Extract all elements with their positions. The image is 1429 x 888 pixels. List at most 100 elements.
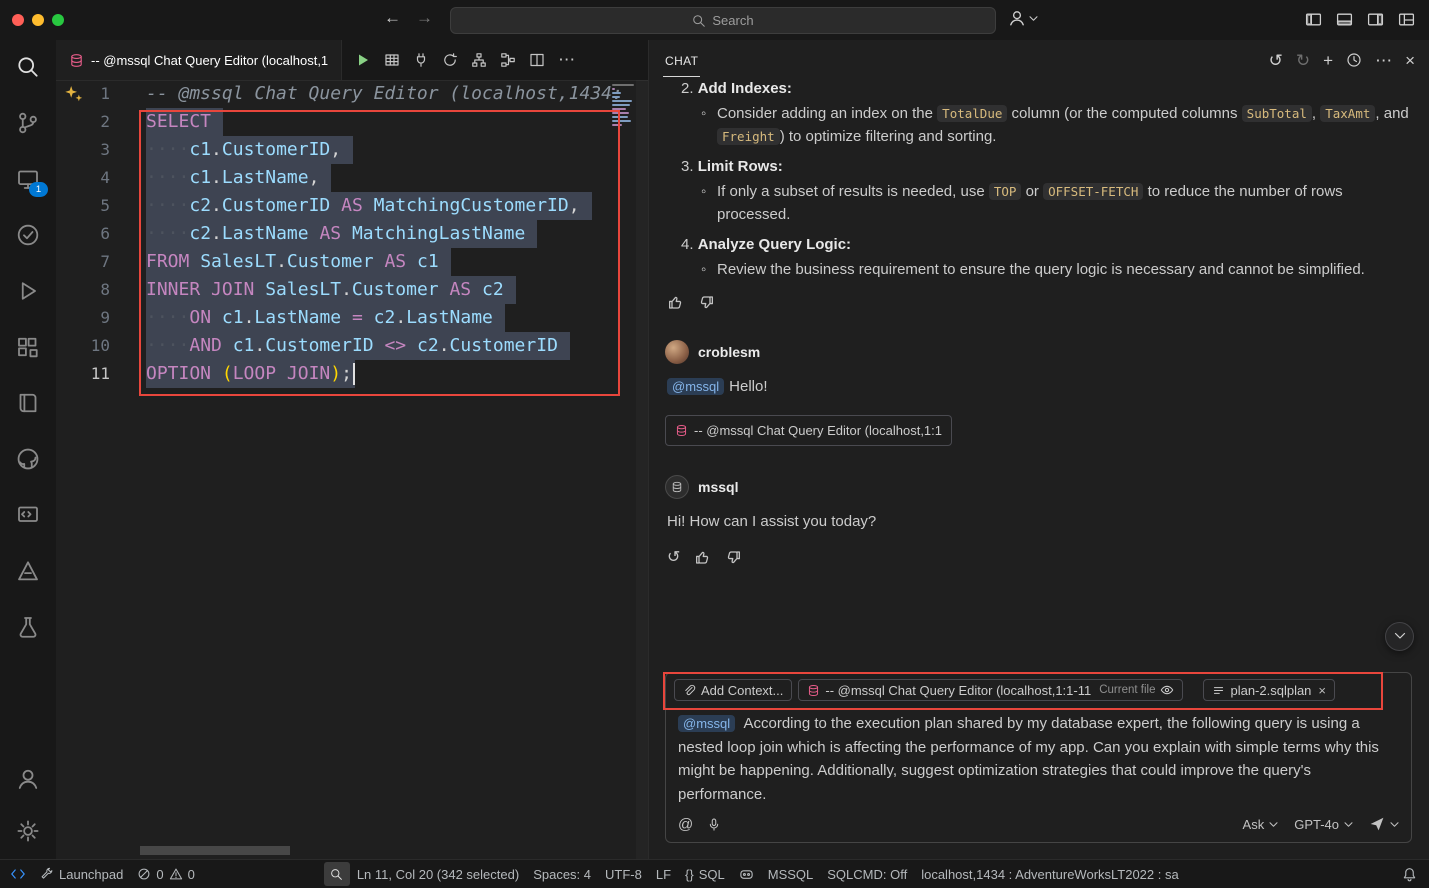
code-line[interactable]: 8INNER JOIN SalesLT.Customer AS c2 [56, 276, 648, 304]
mention-picker-icon[interactable]: @ [678, 816, 693, 833]
indentation-item[interactable]: Spaces: 4 [526, 860, 598, 888]
account-menu[interactable] [1008, 9, 1038, 27]
command-center-search[interactable]: Search [450, 7, 996, 34]
source-control-icon[interactable] [15, 110, 41, 136]
more-actions-icon[interactable]: ⋯ [558, 50, 575, 70]
code-line[interactable]: 7FROM SalesLT.Customer AS c1 [56, 248, 648, 276]
mention-chip[interactable]: @mssql [678, 715, 735, 732]
scroll-to-bottom-button[interactable] [1385, 622, 1414, 651]
more-icon[interactable]: ⋯ [1375, 52, 1392, 69]
search-icon[interactable] [15, 54, 41, 80]
cursor-position-item[interactable]: Ln 11, Col 20 (342 selected) [350, 860, 526, 888]
connection-item[interactable]: localhost,1434 : AdventureWorksLT2022 : … [914, 860, 1186, 888]
query-plan-icon[interactable] [500, 52, 516, 68]
run-debug-icon[interactable] [15, 278, 41, 304]
code-line[interactable]: 2SELECT [56, 108, 648, 136]
close-icon[interactable]: × [1405, 52, 1415, 69]
forward-icon[interactable]: → [416, 8, 433, 28]
activity-bar: 1 [0, 40, 57, 860]
toggle-panel-icon[interactable] [1336, 11, 1353, 28]
send-button[interactable] [1369, 816, 1399, 832]
wrench-icon [40, 867, 54, 881]
minimize-window-button[interactable] [32, 14, 44, 26]
thumbs-down-icon[interactable] [698, 294, 715, 311]
close-window-button[interactable] [12, 14, 24, 26]
accounts-icon[interactable] [15, 766, 41, 792]
split-editor-icon[interactable] [529, 52, 545, 68]
code-line[interactable]: 6····c2.LastName AS MatchingLastName [56, 220, 648, 248]
user-name: croblesm [698, 341, 760, 364]
github-icon[interactable] [15, 446, 41, 472]
extensions-icon[interactable] [15, 334, 41, 360]
eol-item[interactable]: LF [649, 860, 678, 888]
chat-history-icon[interactable] [1346, 52, 1362, 68]
remote-window-icon[interactable] [15, 502, 41, 528]
customize-layout-icon[interactable] [1398, 11, 1415, 28]
code-line[interactable]: 11OPTION (LOOP JOIN); [56, 360, 648, 388]
code-line[interactable]: 10····AND c1.CustomerID <> c2.CustomerID [56, 332, 648, 360]
back-icon[interactable]: ← [384, 8, 401, 28]
launchpad-item[interactable]: Launchpad [33, 860, 130, 888]
redo-icon[interactable]: ↻ [1296, 52, 1310, 69]
eye-icon[interactable] [1160, 683, 1174, 697]
results-grid-icon[interactable] [384, 52, 400, 68]
chat-input-text[interactable]: @mssql According to the execution plan s… [666, 705, 1411, 806]
mssql-flavor-item[interactable]: MSSQL [761, 860, 821, 888]
run-query-icon[interactable] [355, 52, 371, 68]
code-line[interactable]: 5····c2.CustomerID AS MatchingCustomerID… [56, 192, 648, 220]
context-row: Add Context... -- @mssql Chat Query Edit… [666, 673, 1411, 705]
file-list-icon [1212, 684, 1225, 697]
code-line[interactable]: 9····ON c1.LastName = c2.LastName [56, 304, 648, 332]
context-plan-chip[interactable]: plan-2.sqlplan × [1203, 679, 1335, 701]
inline-code: TOP [989, 183, 1022, 200]
account-icon [1008, 9, 1026, 27]
minimap[interactable] [612, 84, 634, 128]
chevron-down-icon [1029, 15, 1038, 22]
mention-chip[interactable]: @mssql [667, 378, 724, 395]
code-line[interactable]: 1-- @mssql Chat Query Editor (localhost,… [56, 80, 648, 108]
regenerate-icon[interactable]: ↺ [667, 546, 680, 569]
thumbs-up-icon[interactable] [667, 294, 684, 311]
undo-icon[interactable]: ↺ [1269, 52, 1283, 69]
new-chat-icon[interactable]: + [1323, 52, 1333, 69]
toggle-primary-sidebar-icon[interactable] [1305, 11, 1322, 28]
remote-explorer-icon[interactable]: 1 [15, 166, 41, 192]
remote-indicator[interactable] [0, 860, 33, 888]
maximize-window-button[interactable] [52, 14, 64, 26]
input-controls: @ Ask GPT-4o [666, 806, 1411, 842]
thumbs-down-icon[interactable] [725, 549, 742, 566]
notifications-bell-icon[interactable] [1395, 860, 1429, 888]
connection-plug-icon[interactable] [413, 52, 429, 68]
code-line[interactable]: 4····c1.LastName, [56, 164, 648, 192]
chevron-down-icon [1344, 821, 1353, 828]
message-attachment-chip[interactable]: -- @mssql Chat Query Editor (localhost,1… [665, 415, 952, 446]
settings-gear-icon[interactable] [15, 818, 41, 844]
chat-input-box[interactable]: Add Context... -- @mssql Chat Query Edit… [665, 672, 1412, 843]
sqlcmd-item[interactable]: SQLCMD: Off [820, 860, 914, 888]
language-item[interactable]: {}SQL [678, 860, 732, 888]
book-icon[interactable] [15, 390, 41, 416]
testing-icon[interactable] [15, 222, 41, 248]
flask-icon[interactable] [15, 614, 41, 640]
editor-body[interactable]: 1-- @mssql Chat Query Editor (localhost,… [56, 80, 648, 860]
add-context-button[interactable]: Add Context... [674, 679, 792, 701]
remove-chip-icon[interactable]: × [1318, 683, 1326, 698]
problems-item[interactable]: 0 0 [130, 860, 201, 888]
encoding-item[interactable]: UTF-8 [598, 860, 649, 888]
model-selector[interactable]: GPT-4o [1294, 817, 1353, 832]
thumbs-up-icon[interactable] [694, 549, 711, 566]
schema-icon[interactable] [471, 52, 487, 68]
vertical-scrollbar[interactable] [636, 80, 648, 860]
tab-mssql-chat-query-editor[interactable]: -- @mssql Chat Query Editor (localhost,1 [56, 40, 342, 80]
azure-icon[interactable] [15, 558, 41, 584]
estimated-plan-icon[interactable] [442, 52, 458, 68]
mode-selector[interactable]: Ask [1243, 817, 1279, 832]
toggle-secondary-sidebar-icon[interactable] [1367, 11, 1384, 28]
horizontal-scrollbar[interactable] [140, 846, 290, 855]
zoom-indicator[interactable] [324, 862, 350, 886]
mic-icon[interactable] [707, 817, 721, 832]
context-file-chip[interactable]: -- @mssql Chat Query Editor (localhost,1… [798, 679, 1183, 701]
copilot-sparkle-icon[interactable] [62, 84, 84, 104]
code-line[interactable]: 3····c1.CustomerID, [56, 136, 648, 164]
copilot-status-icon[interactable] [732, 860, 761, 888]
